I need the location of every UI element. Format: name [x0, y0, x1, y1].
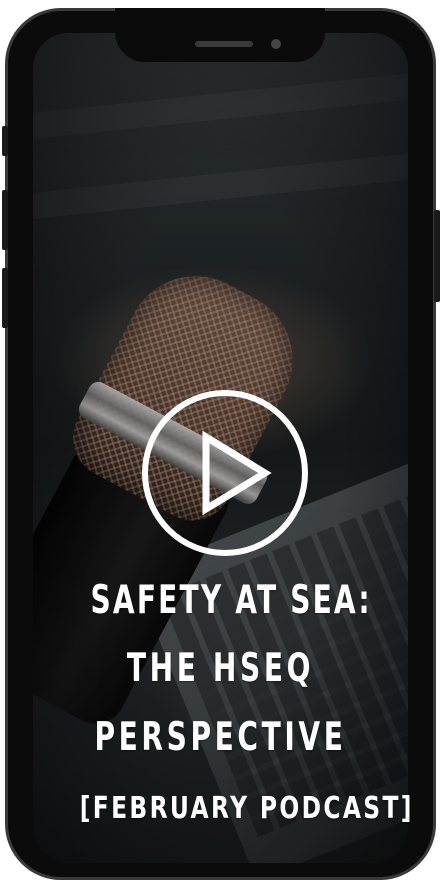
- phone-power-button: [434, 210, 440, 302]
- play-button[interactable]: [142, 390, 308, 556]
- play-icon: [202, 430, 272, 516]
- podcast-title-line-1: SAFETY AT SEA:: [90, 578, 372, 623]
- podcast-title-line-3: PERSPECTIVE: [94, 715, 347, 760]
- podcast-title-line-2: THE HSEQ: [126, 646, 315, 691]
- phone-volume-down-button: [2, 268, 8, 328]
- phone-silent-switch: [2, 126, 8, 156]
- phone-camera: [271, 39, 281, 49]
- phone-volume-up-button: [2, 190, 8, 250]
- phone-speaker: [195, 41, 253, 47]
- podcast-subtitle: [FEBRUARY PODCAST]: [79, 791, 414, 826]
- phone-notch: [115, 8, 325, 62]
